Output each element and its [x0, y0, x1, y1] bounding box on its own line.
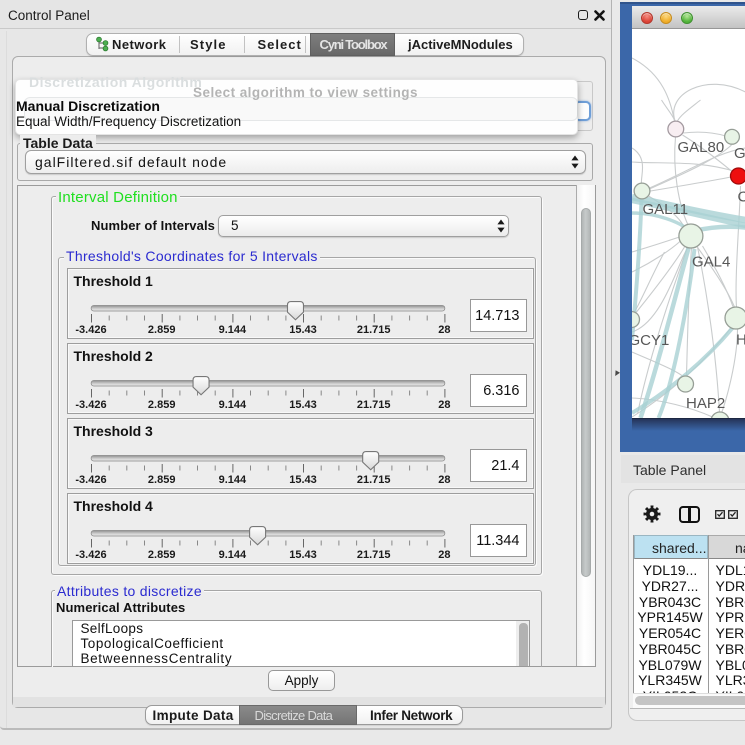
svg-text:GAL: GAL: [734, 145, 745, 162]
svg-text:GAL11: GAL11: [642, 201, 688, 218]
svg-text:GAL80: GAL80: [677, 139, 724, 156]
svg-text:GAL4: GAL4: [692, 254, 730, 271]
svg-text:GCY1: GCY1: [632, 332, 669, 349]
svg-text:HIS: HIS: [736, 332, 745, 349]
svg-text:CY: CY: [737, 189, 745, 206]
svg-text:HAP2: HAP2: [686, 395, 725, 412]
